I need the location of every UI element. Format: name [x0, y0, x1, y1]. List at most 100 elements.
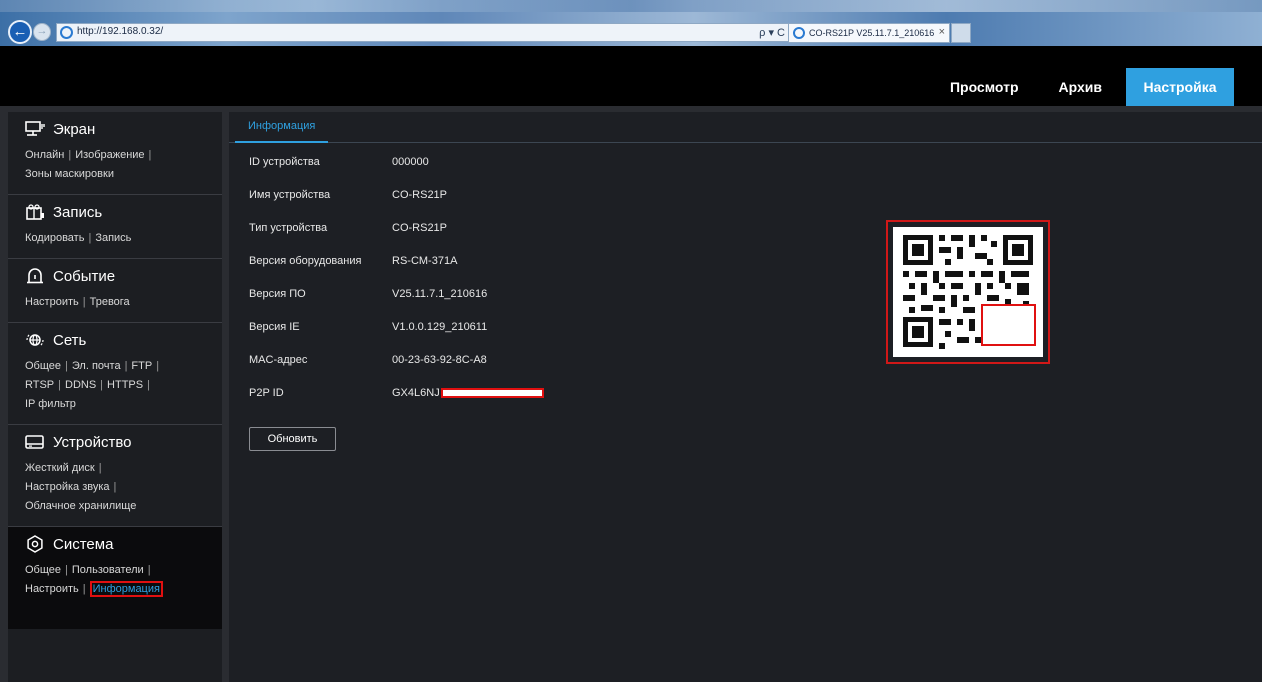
- sidebar-title-device: Устройство: [53, 433, 132, 451]
- sidebar-section-event: Событие Настроить | Тревога: [8, 259, 222, 323]
- info-value: CO-RS21P: [392, 189, 448, 201]
- info-value: RS-CM-371A: [392, 255, 458, 267]
- sidebar-header-network[interactable]: Сеть: [8, 323, 222, 357]
- sidebar-title-network: Сеть: [53, 331, 87, 349]
- p2p-id-text: GX4L6NJ: [392, 387, 440, 399]
- sidebar-header-event[interactable]: Событие: [8, 259, 222, 293]
- link-ip-filter[interactable]: IP фильтр: [25, 398, 76, 410]
- info-label: Версия IE: [249, 321, 300, 333]
- alarm-icon: [25, 267, 45, 285]
- settings-sidebar: Экран Онлайн | Изображение | Зоны маскировк…: [8, 112, 222, 682]
- link-ddns[interactable]: DDNS: [65, 379, 96, 391]
- info-value: 00-23-63-92-8C-A8: [392, 354, 487, 366]
- info-row: P2P ID GX4L6NJ: [249, 387, 544, 420]
- info-value: V1.0.0.129_210611: [392, 321, 488, 333]
- close-tab-icon[interactable]: ×: [939, 26, 945, 38]
- sidebar-links-screen: Онлайн | Изображение | Зоны маскировки: [25, 149, 152, 180]
- link-rtsp[interactable]: RTSP: [25, 379, 54, 391]
- info-row: Версия ПО V25.11.7.1_210616: [249, 288, 544, 321]
- link-information[interactable]: Информация: [89, 581, 163, 597]
- link-email[interactable]: Эл. почта: [72, 360, 121, 372]
- browser-tab[interactable]: CO-RS21P V25.11.7.1_210616 ×: [788, 23, 950, 43]
- sidebar-section-screen: Экран Онлайн | Изображение | Зоны маскировк…: [8, 112, 222, 195]
- refresh-button[interactable]: Обновить: [249, 427, 336, 451]
- link-users[interactable]: Пользователи: [72, 564, 144, 576]
- nav-settings[interactable]: Настройка: [1126, 68, 1234, 106]
- sidebar-header-device[interactable]: Устройство: [8, 425, 222, 459]
- device-info-table: ID устройства 000000 Имя устройства CO-R…: [249, 156, 544, 420]
- new-tab-button[interactable]: [951, 23, 971, 43]
- forward-arrow-icon[interactable]: →: [33, 23, 51, 41]
- address-bar[interactable]: http://192.168.0.32/ ρ ▾ C: [56, 23, 796, 42]
- browser-toolbar: ← → http://192.168.0.32/ ρ ▾ C CO-RS21P …: [0, 0, 1262, 46]
- info-label: Версия оборудования: [249, 255, 362, 267]
- sidebar-section-network: Сеть Общее | Эл. почта | FTP | RTSP | DDNS | HTTP…: [8, 323, 222, 425]
- link-online[interactable]: Онлайн: [25, 149, 64, 161]
- sidebar-section-record: Запись Кодировать | Запись: [8, 195, 222, 259]
- sidebar-title-record: Запись: [53, 203, 103, 221]
- info-row: ID устройства 000000: [249, 156, 544, 189]
- info-row: Тип устройства CO-RS21P: [249, 222, 544, 255]
- link-record[interactable]: Запись: [95, 232, 131, 244]
- info-label: Версия ПО: [249, 288, 306, 300]
- record-icon: [25, 203, 45, 221]
- link-hdd[interactable]: Жесткий диск: [25, 462, 95, 474]
- redaction-box: [440, 388, 544, 398]
- sidebar-header-screen[interactable]: Экран: [8, 112, 222, 146]
- qr-code: [893, 227, 1043, 357]
- info-label: ID устройства: [249, 156, 320, 168]
- network-icon: [25, 331, 45, 349]
- link-encode[interactable]: Кодировать: [25, 232, 84, 244]
- sidebar-links-record: Кодировать | Запись: [25, 232, 132, 244]
- qr-code-frame: [886, 220, 1050, 364]
- back-arrow-icon[interactable]: ←: [8, 20, 32, 44]
- url-text[interactable]: http://192.168.0.32/: [77, 26, 163, 37]
- info-value: 000000: [392, 156, 429, 168]
- app-header: Просмотр Архив Настройка: [0, 46, 1262, 106]
- link-alarm[interactable]: Тревога: [90, 296, 130, 308]
- sidebar-section-device: Устройство Жесткий диск | Настройка звука…: [8, 425, 222, 527]
- monitor-icon: [25, 120, 45, 138]
- link-cloud-storage[interactable]: Облачное хранилище: [25, 500, 136, 512]
- main-panel: Информация ID устройства 000000 Имя устр…: [229, 112, 1262, 682]
- sidebar-links-system: Общее | Пользователи | Настроить | Информация: [8, 561, 222, 599]
- info-label: Тип устройства: [249, 222, 328, 234]
- top-navigation: Просмотр Архив Настройка: [926, 68, 1234, 106]
- link-audio[interactable]: Настройка звука: [25, 481, 110, 493]
- link-configure-system[interactable]: Настроить: [25, 583, 79, 595]
- info-label: Имя устройства: [249, 189, 331, 201]
- info-value-p2p: GX4L6NJ: [392, 387, 544, 420]
- info-row: Версия IE V1.0.0.129_210611: [249, 321, 544, 354]
- link-ftp[interactable]: FTP: [131, 360, 152, 372]
- sidebar-title-event: Событие: [53, 267, 116, 285]
- sidebar-links-network: Общее | Эл. почта | FTP | RTSP | DDNS | HTTPS | IP…: [25, 360, 160, 410]
- info-value: CO-RS21P: [392, 222, 448, 234]
- link-privacy-zones[interactable]: Зоны маскировки: [25, 168, 114, 180]
- nav-archive[interactable]: Архив: [1043, 68, 1118, 106]
- sidebar-section-system: Система Общее | Пользователи | Настроить | Ин…: [8, 527, 222, 629]
- link-https[interactable]: HTTPS: [107, 379, 143, 391]
- link-general-network[interactable]: Общее: [25, 360, 61, 372]
- info-label: MAC-адрес: [249, 354, 308, 366]
- content-tabbar: Информация: [229, 112, 1262, 143]
- link-general-system[interactable]: Общее: [25, 564, 61, 576]
- link-configure-event[interactable]: Настроить: [25, 296, 79, 308]
- info-label: P2P ID: [249, 387, 284, 399]
- link-image[interactable]: Изображение: [75, 149, 144, 161]
- search-refresh-icons[interactable]: ρ ▾ C: [759, 26, 785, 39]
- sidebar-links-device: Жесткий диск | Настройка звука | Облачное …: [25, 462, 137, 512]
- tab-information[interactable]: Информация: [235, 112, 329, 143]
- tab-title: CO-RS21P V25.11.7.1_210616: [809, 28, 935, 38]
- sidebar-title-screen: Экран: [53, 120, 96, 138]
- sidebar-title-system: Система: [53, 535, 114, 553]
- browser-title-strip: [0, 0, 1262, 12]
- gear-icon: [25, 535, 45, 553]
- ie-logo-icon: [60, 26, 73, 39]
- nav-preview[interactable]: Просмотр: [934, 68, 1035, 106]
- info-row: MAC-адрес 00-23-63-92-8C-A8: [249, 354, 544, 387]
- hdd-icon: [25, 433, 45, 451]
- sidebar-header-system[interactable]: Система: [8, 527, 222, 561]
- sidebar-header-record[interactable]: Запись: [8, 195, 222, 229]
- sidebar-links-event: Настроить | Тревога: [25, 296, 130, 308]
- tab-ie-logo-icon: [793, 27, 805, 39]
